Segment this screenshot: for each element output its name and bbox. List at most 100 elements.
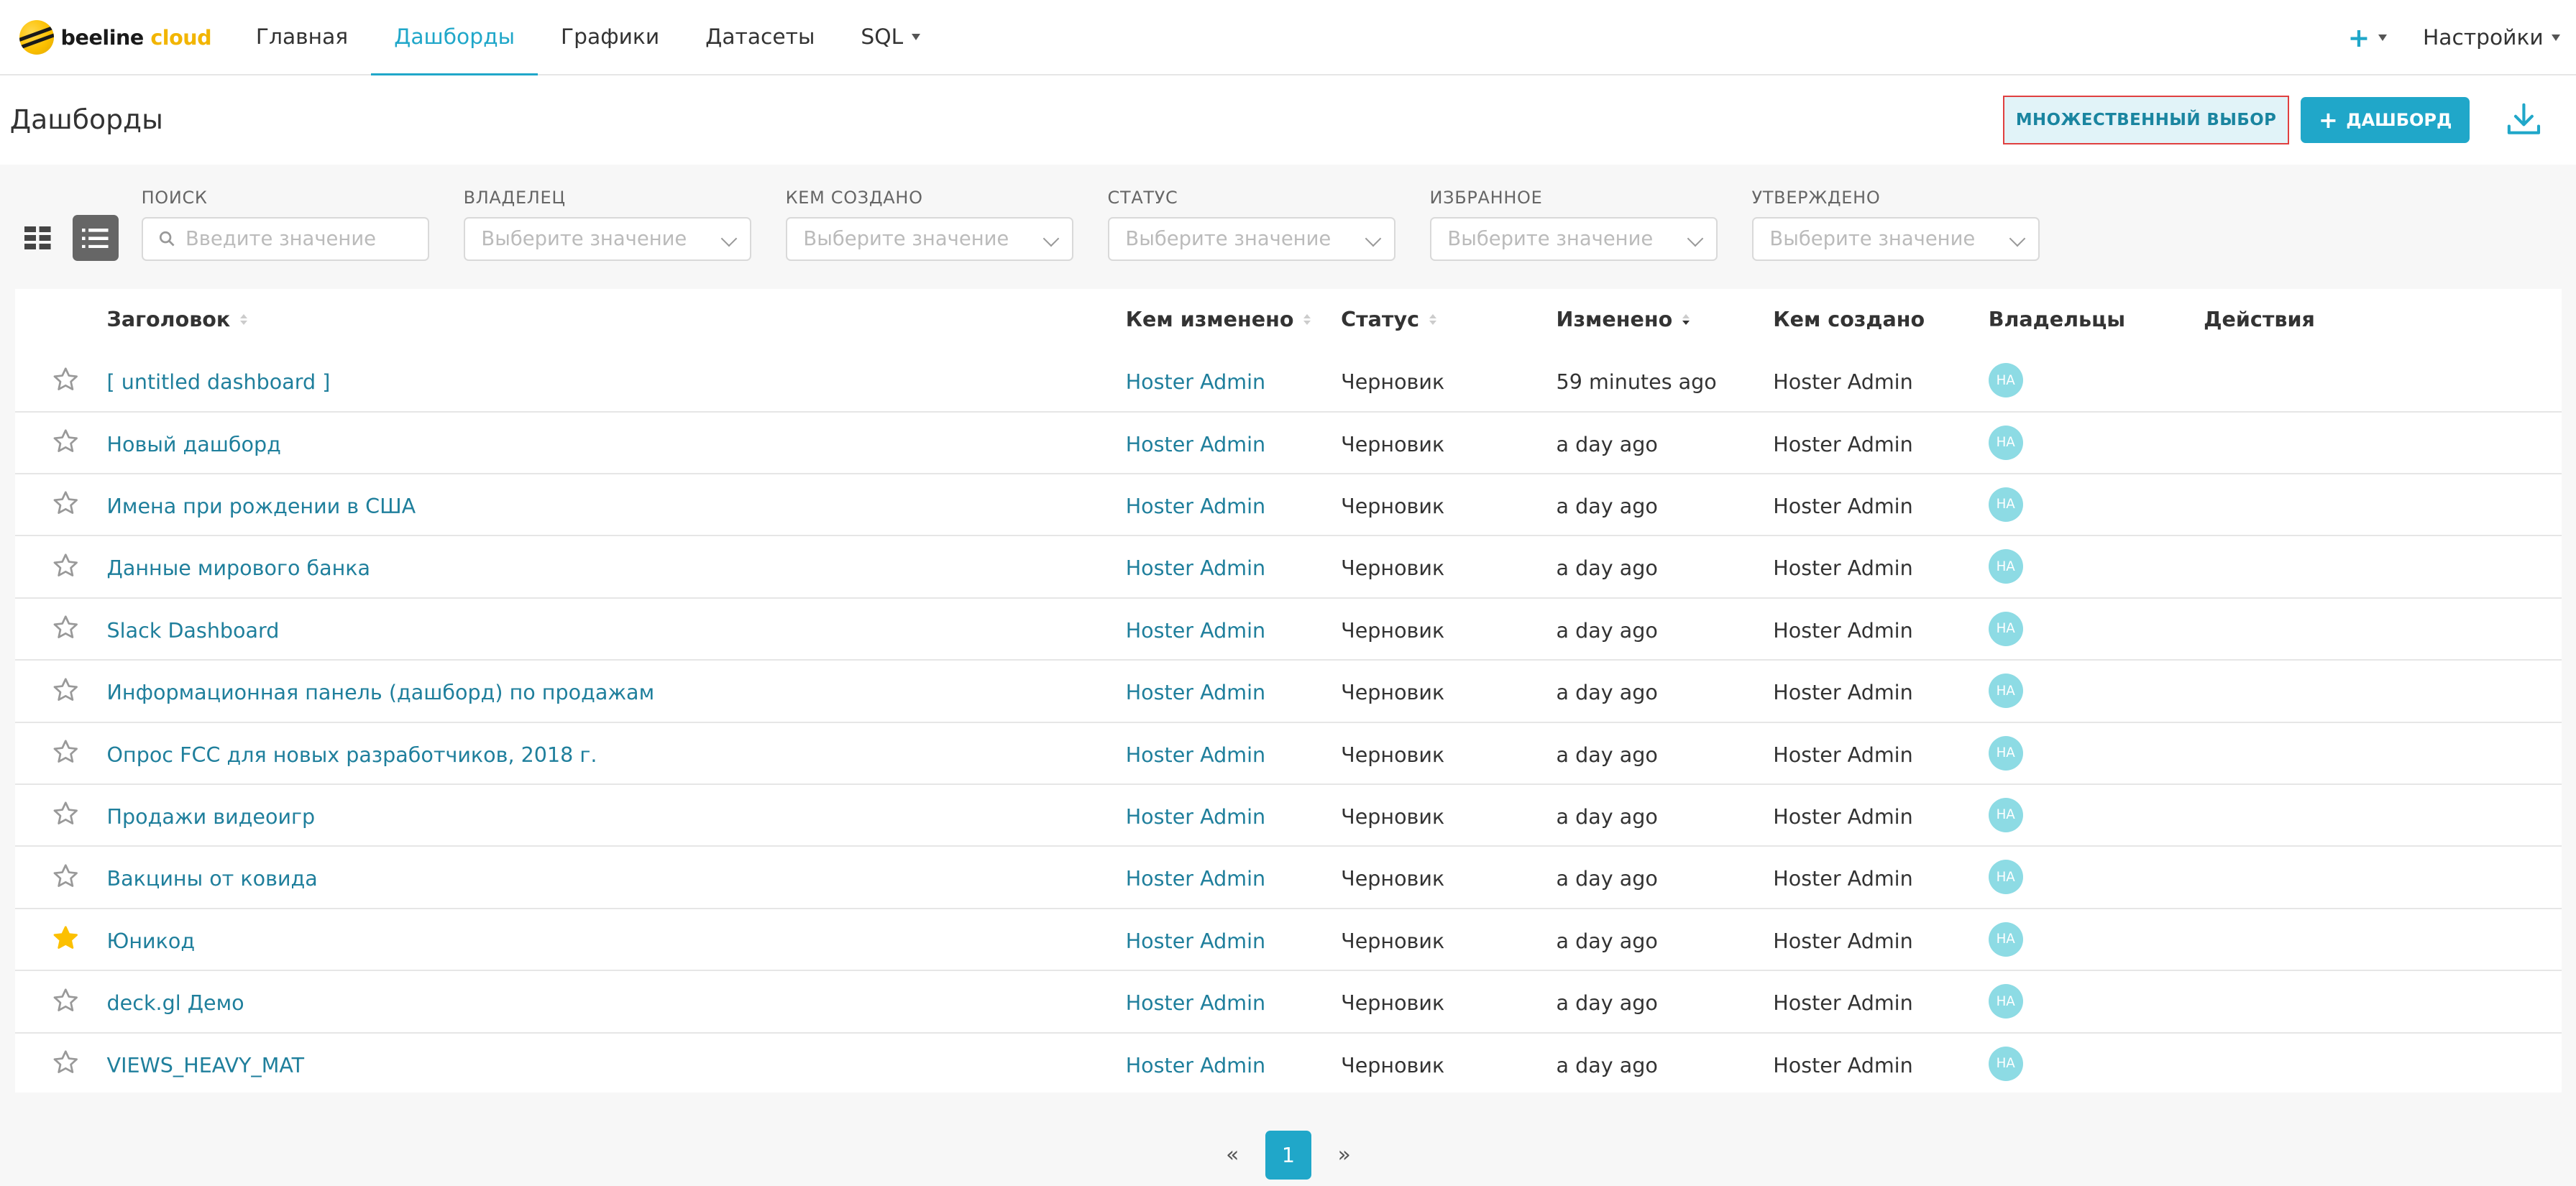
owner-avatar[interactable]: HA (1988, 487, 2023, 522)
nav-item-charts[interactable]: Графики (538, 0, 682, 75)
search-input[interactable]: Введите значение (141, 216, 429, 262)
owner-avatar[interactable]: HA (1988, 425, 2023, 460)
created-by-text: Hoster Admin (1773, 866, 1913, 891)
owner-select[interactable]: Выберите значение (463, 216, 751, 262)
filter-label: ИЗБРАННОЕ (1429, 187, 1543, 208)
column-owners: Владельцы (1988, 307, 2126, 332)
favorite-select[interactable]: Выберите значение (1429, 216, 1718, 262)
modified-by-link[interactable]: Hoster Admin (1126, 804, 1265, 829)
modified-time: a day ago (1556, 742, 1658, 767)
owner-avatar[interactable]: HA (1988, 549, 2023, 584)
filter-label: ПОИСК (141, 187, 208, 208)
star-icon[interactable] (52, 988, 79, 1014)
column-status[interactable]: Статус (1341, 307, 1436, 331)
next-page-button[interactable]: » (1324, 1142, 1364, 1167)
owner-avatar[interactable]: HA (1988, 860, 2023, 895)
page-1-button[interactable]: 1 (1265, 1130, 1311, 1180)
star-icon[interactable] (52, 490, 79, 517)
star-icon[interactable] (52, 1049, 79, 1076)
star-icon[interactable] (52, 801, 79, 827)
filter-label: КЕМ СОЗДАНО (785, 187, 923, 208)
created-by-select[interactable]: Выберите значение (785, 216, 1073, 262)
modified-by-link[interactable]: Hoster Admin (1126, 556, 1265, 580)
created-by-text: Hoster Admin (1773, 928, 1913, 953)
column-title[interactable]: Заголовок (107, 307, 247, 331)
dashboard-title-link[interactable]: Данные мирового банка (107, 556, 371, 580)
column-modified[interactable]: Изменено (1557, 307, 1690, 331)
owner-avatar[interactable]: HA (1988, 984, 2023, 1019)
dashboard-title-link[interactable]: Информационная панель (дашборд) по прода… (107, 680, 655, 704)
certified-select[interactable]: Выберите значение (1751, 216, 2040, 262)
star-filled-icon[interactable] (52, 925, 79, 952)
filter-created-by: КЕМ СОЗДАНО Выберите значение (785, 187, 1073, 262)
card-view-toggle[interactable] (15, 215, 61, 261)
star-icon[interactable] (52, 553, 79, 579)
star-icon[interactable] (52, 863, 79, 890)
owner-avatar[interactable]: HA (1988, 1046, 2023, 1081)
dashboard-title-link[interactable]: Имена при рождении в США (107, 494, 416, 518)
star-icon[interactable] (52, 615, 79, 641)
filter-label: УТВЕРЖДЕНО (1751, 187, 1881, 208)
dashboard-title-link[interactable]: Slack Dashboard (107, 618, 280, 643)
created-by-placeholder: Выберите значение (803, 228, 1009, 251)
owner-avatar[interactable]: HA (1988, 735, 2023, 771)
dashboard-title-link[interactable]: VIEWS_HEAVY_MAT (107, 1053, 305, 1077)
owner-avatar[interactable]: HA (1988, 363, 2023, 398)
modified-by-link[interactable]: Hoster Admin (1126, 990, 1265, 1015)
dashboard-title-link[interactable]: deck.gl Демо (107, 990, 244, 1015)
modified-time: a day ago (1556, 556, 1658, 581)
download-icon[interactable] (2504, 100, 2544, 139)
nav-item-dashboards[interactable]: Дашборды (371, 0, 539, 77)
column-modified-by[interactable]: Кем изменено (1126, 307, 1311, 331)
settings-menu[interactable]: Настройки (2423, 25, 2561, 50)
multi-select-button[interactable]: МНОЖЕСТВЕННЫЙ ВЫБОР (2003, 95, 2289, 145)
created-by-text: Hoster Admin (1773, 1052, 1913, 1077)
status-text: Черновик (1341, 494, 1445, 519)
modified-by-link[interactable]: Hoster Admin (1126, 680, 1265, 704)
dashboard-title-link[interactable]: [ untitled dashboard ] (107, 369, 331, 394)
nav-item-sql[interactable]: SQL (838, 0, 943, 75)
modified-by-link[interactable]: Hoster Admin (1126, 369, 1265, 394)
modified-by-link[interactable]: Hoster Admin (1126, 866, 1265, 891)
modified-by-link[interactable]: Hoster Admin (1126, 618, 1265, 643)
modified-by-link[interactable]: Hoster Admin (1126, 1053, 1265, 1077)
status-select[interactable]: Выберите значение (1107, 216, 1395, 262)
main-nav: Главная Дашборды Графики Датасеты SQL (233, 0, 943, 77)
new-item-menu[interactable]: + (2348, 22, 2387, 53)
modified-by-link[interactable]: Hoster Admin (1126, 432, 1265, 456)
pagination: « 1 » (1213, 1130, 1364, 1180)
modified-by-link[interactable]: Hoster Admin (1126, 494, 1265, 518)
modified-by-link[interactable]: Hoster Admin (1126, 743, 1265, 767)
filter-owner: ВЛАДЕЛЕЦ Выберите значение (463, 188, 751, 262)
dashboard-title-link[interactable]: Вакцины от ковида (107, 866, 318, 891)
owner-avatar[interactable]: HA (1988, 674, 2023, 709)
modified-by-link[interactable]: Hoster Admin (1126, 929, 1265, 953)
modified-time: 59 minutes ago (1556, 369, 1717, 395)
owner-avatar[interactable]: HA (1988, 921, 2023, 957)
chevron-down-icon (720, 230, 738, 247)
table-row: Вакцины от ковида Hoster Admin Черновик … (14, 847, 2562, 909)
dashboard-title-link[interactable]: Опрос FCC для новых разработчиков, 2018 … (107, 743, 597, 767)
page-header: Дашборды МНОЖЕСТВЕННЫЙ ВЫБОР + ДАШБОРД (0, 75, 2576, 165)
star-icon[interactable] (52, 739, 79, 766)
dashboard-title-link[interactable]: Новый дашборд (107, 432, 281, 456)
star-icon[interactable] (52, 367, 79, 393)
brand-logo[interactable]: beeline cloud (19, 0, 212, 75)
created-by-text: Hoster Admin (1773, 680, 1913, 705)
star-icon[interactable] (52, 677, 79, 704)
sort-icon (1303, 314, 1311, 324)
table-row: Продажи видеоигр Hoster Admin Черновик a… (14, 785, 2562, 847)
nav-item-home[interactable]: Главная (233, 0, 371, 75)
nav-item-datasets[interactable]: Датасеты (682, 0, 838, 75)
dashboard-title-link[interactable]: Юникод (107, 929, 196, 953)
prev-page-button[interactable]: « (1213, 1142, 1252, 1167)
list-view-toggle[interactable] (72, 215, 119, 262)
star-icon[interactable] (52, 428, 79, 455)
modified-time: a day ago (1556, 1052, 1658, 1077)
owner-avatar[interactable]: HA (1988, 797, 2023, 832)
status-text: Черновик (1341, 556, 1445, 581)
owner-avatar[interactable]: HA (1988, 611, 2023, 646)
add-dashboard-button[interactable]: + ДАШБОРД (2300, 96, 2470, 143)
dashboard-title-link[interactable]: Продажи видеоигр (107, 804, 316, 829)
created-by-text: Hoster Admin (1773, 990, 1913, 1016)
